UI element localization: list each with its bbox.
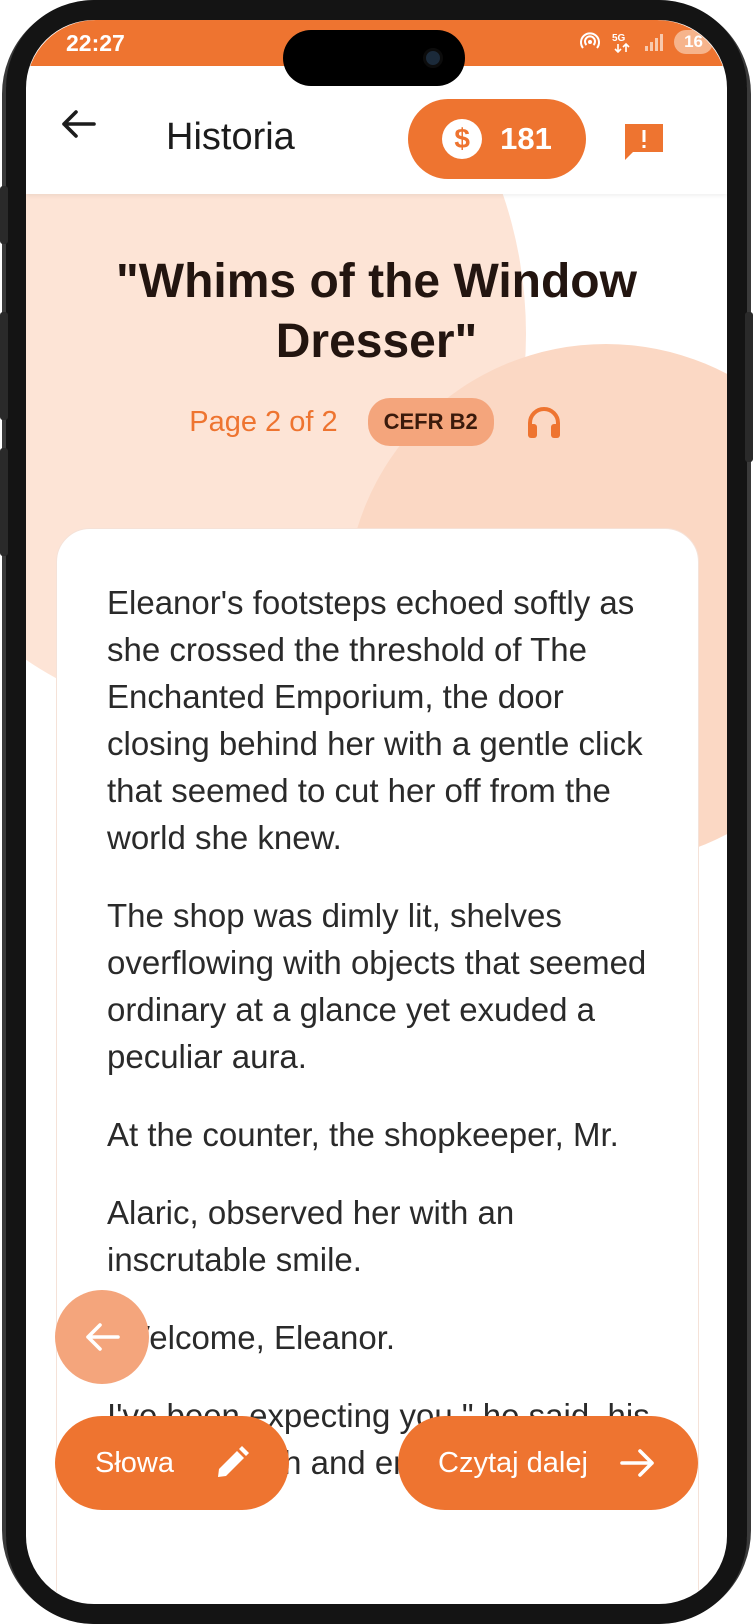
pencil-icon	[218, 1446, 249, 1477]
words-button[interactable]: Słowa	[55, 1416, 289, 1510]
coins-button[interactable]: $ 181	[408, 99, 586, 179]
page-indicator: Page 2 of 2	[189, 405, 338, 438]
headphones-icon[interactable]	[524, 402, 564, 442]
story-paragraph: Alaric, observed her with an inscrutable…	[107, 1194, 515, 1278]
story-paragraph: The shop was dimly lit, shelves overflow…	[107, 897, 647, 1075]
status-time: 22:27	[66, 30, 125, 56]
hotspot-icon	[578, 31, 602, 53]
report-button[interactable]	[622, 120, 666, 164]
front-camera	[423, 48, 443, 68]
battery-indicator: 16	[674, 30, 713, 54]
story-content: "Whims of the Window Dresser" Page 2 of …	[26, 194, 727, 1604]
5g-icon: 5G	[610, 31, 634, 54]
arrow-left-icon	[62, 110, 96, 138]
story-paragraph: At the counter, the shopkeeper, Mr.	[107, 1116, 619, 1153]
report-icon	[625, 124, 663, 160]
previous-page-button[interactable]	[55, 1290, 149, 1384]
side-button	[0, 186, 8, 244]
phone-device: 22:27 5G 16 Historia $ 181 "Whims of the…	[0, 0, 753, 1624]
side-button	[0, 312, 8, 420]
continue-reading-label: Czytaj dalej	[438, 1446, 588, 1479]
camera-island	[283, 30, 465, 86]
story-paragraph: "Welcome, Eleanor.	[107, 1319, 396, 1356]
arrow-right-icon	[620, 1449, 654, 1477]
side-button	[0, 448, 8, 556]
svg-text:5G: 5G	[612, 33, 626, 44]
story-text: Eleanor's footsteps echoed softly as she…	[107, 579, 667, 1517]
side-button	[745, 312, 753, 462]
coin-count: 181	[500, 121, 552, 156]
story-paragraph: Eleanor's footsteps echoed softly as she…	[107, 584, 643, 856]
words-button-label: Słowa	[95, 1446, 174, 1479]
signal-icon	[642, 31, 666, 53]
level-badge: CEFR B2	[367, 398, 494, 446]
page-title: Historia	[166, 116, 295, 158]
back-button[interactable]	[56, 102, 100, 146]
status-icons: 5G 16	[578, 30, 713, 54]
dollar-icon: $	[442, 119, 483, 159]
story-title: "Whims of the Window Dresser"	[116, 255, 637, 368]
app-screen: 22:27 5G 16 Historia $ 181 "Whims of the…	[26, 20, 727, 1604]
continue-reading-button[interactable]: Czytaj dalej	[398, 1416, 698, 1510]
story-meta: Page 2 of 2 CEFR B2	[26, 394, 727, 450]
arrow-left-icon	[86, 1323, 120, 1351]
